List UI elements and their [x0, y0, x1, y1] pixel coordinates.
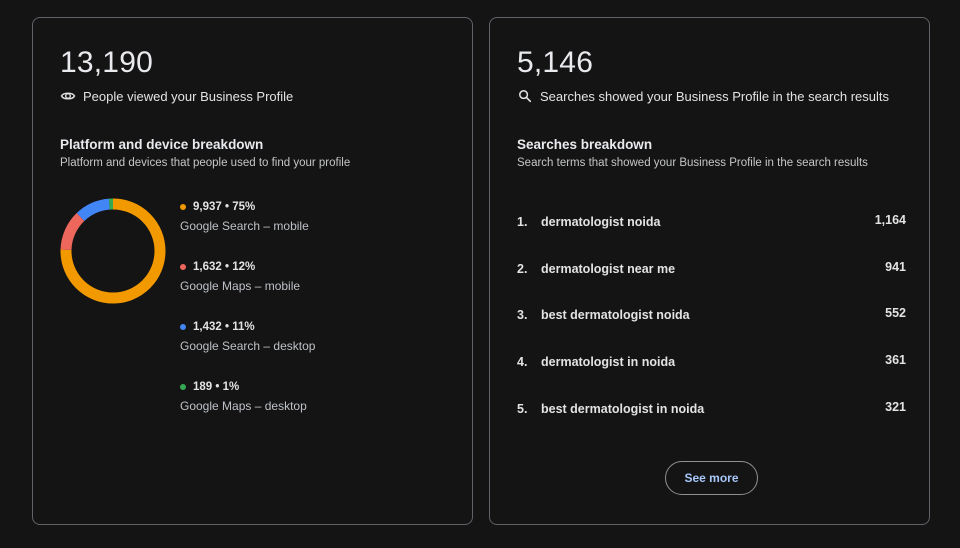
legend-dot [180, 324, 186, 330]
searches-total: 5,146 [517, 46, 594, 79]
views-caption-line: People viewed your Business Profile [60, 88, 293, 104]
search-term-row: 4. dermatologist in noida 361 [517, 350, 906, 397]
search-icon [517, 88, 533, 104]
rank-index: 3. [517, 308, 528, 323]
see-more-button[interactable]: See more [665, 461, 758, 495]
search-term: dermatologist noida [541, 215, 661, 229]
searches-card: 5,146 Searches showed your Business Prof… [489, 17, 930, 525]
searches-caption: Searches showed your Business Profile in… [540, 88, 890, 104]
legend-dot [180, 204, 186, 210]
search-term-row: 5. best dermatologist in noida 321 [517, 397, 906, 444]
search-term: best dermatologist in noida [541, 401, 705, 416]
rank-index: 1. [517, 215, 528, 229]
legend-item-search-mobile: 9,937 • 75% Google Search – mobile [180, 200, 315, 260]
legend-label: Google Maps – desktop [180, 399, 307, 413]
legend-dot [180, 264, 186, 270]
rank-index: 2. [517, 261, 528, 276]
views-total: 13,190 [60, 46, 153, 79]
legend-item-maps-mobile: 1,632 • 12% Google Maps – mobile [180, 260, 315, 320]
search-term: best dermatologist noida [541, 308, 690, 323]
legend-stat: 9,937 • 75% [193, 201, 256, 213]
legend-label: Google Maps – mobile [180, 279, 301, 293]
searches-breakdown-subtitle: Search terms that showed your Business P… [517, 157, 868, 169]
rank-index: 4. [517, 355, 528, 370]
platform-legend: 9,937 • 75% Google Search – mobile 1,632… [180, 200, 315, 440]
search-term: dermatologist in noida [541, 355, 676, 370]
platform-donut-chart [60, 198, 166, 304]
legend-item-maps-desktop: 189 • 1% Google Maps – desktop [180, 380, 315, 440]
searches-breakdown-title: Searches breakdown [517, 137, 653, 152]
legend-stat: 189 • 1% [193, 381, 240, 393]
search-term-count: 552 [885, 306, 906, 321]
search-term-row: 2. dermatologist near me 941 [517, 257, 906, 304]
views-caption: People viewed your Business Profile [83, 88, 294, 104]
rank-index: 5. [517, 401, 528, 416]
profile-views-card: 13,190 People viewed your Business Profi… [32, 17, 473, 525]
search-term-row: 3. best dermatologist noida 552 [517, 303, 906, 350]
legend-stat: 1,432 • 11% [193, 321, 255, 333]
search-term-count: 361 [885, 353, 906, 368]
eye-icon [60, 88, 76, 104]
search-term-row: 1. dermatologist noida 1,164 [517, 210, 906, 257]
legend-label: Google Search – mobile [180, 219, 309, 233]
legend-dot [180, 384, 186, 390]
legend-stat: 1,632 • 12% [193, 261, 256, 273]
legend-item-search-desktop: 1,432 • 11% Google Search – desktop [180, 320, 315, 380]
search-terms-list: 1. dermatologist noida 1,164 2. dermatol… [517, 210, 906, 443]
search-term-count: 1,164 [874, 213, 906, 227]
searches-caption-line: Searches showed your Business Profile in… [517, 88, 889, 104]
platform-breakdown-subtitle: Platform and devices that people used to… [60, 157, 351, 169]
platform-breakdown-title: Platform and device breakdown [60, 137, 264, 152]
legend-label: Google Search – desktop [180, 339, 316, 353]
search-term-count: 941 [885, 259, 906, 274]
search-term: dermatologist near me [541, 261, 676, 276]
search-term-count: 321 [885, 399, 906, 414]
